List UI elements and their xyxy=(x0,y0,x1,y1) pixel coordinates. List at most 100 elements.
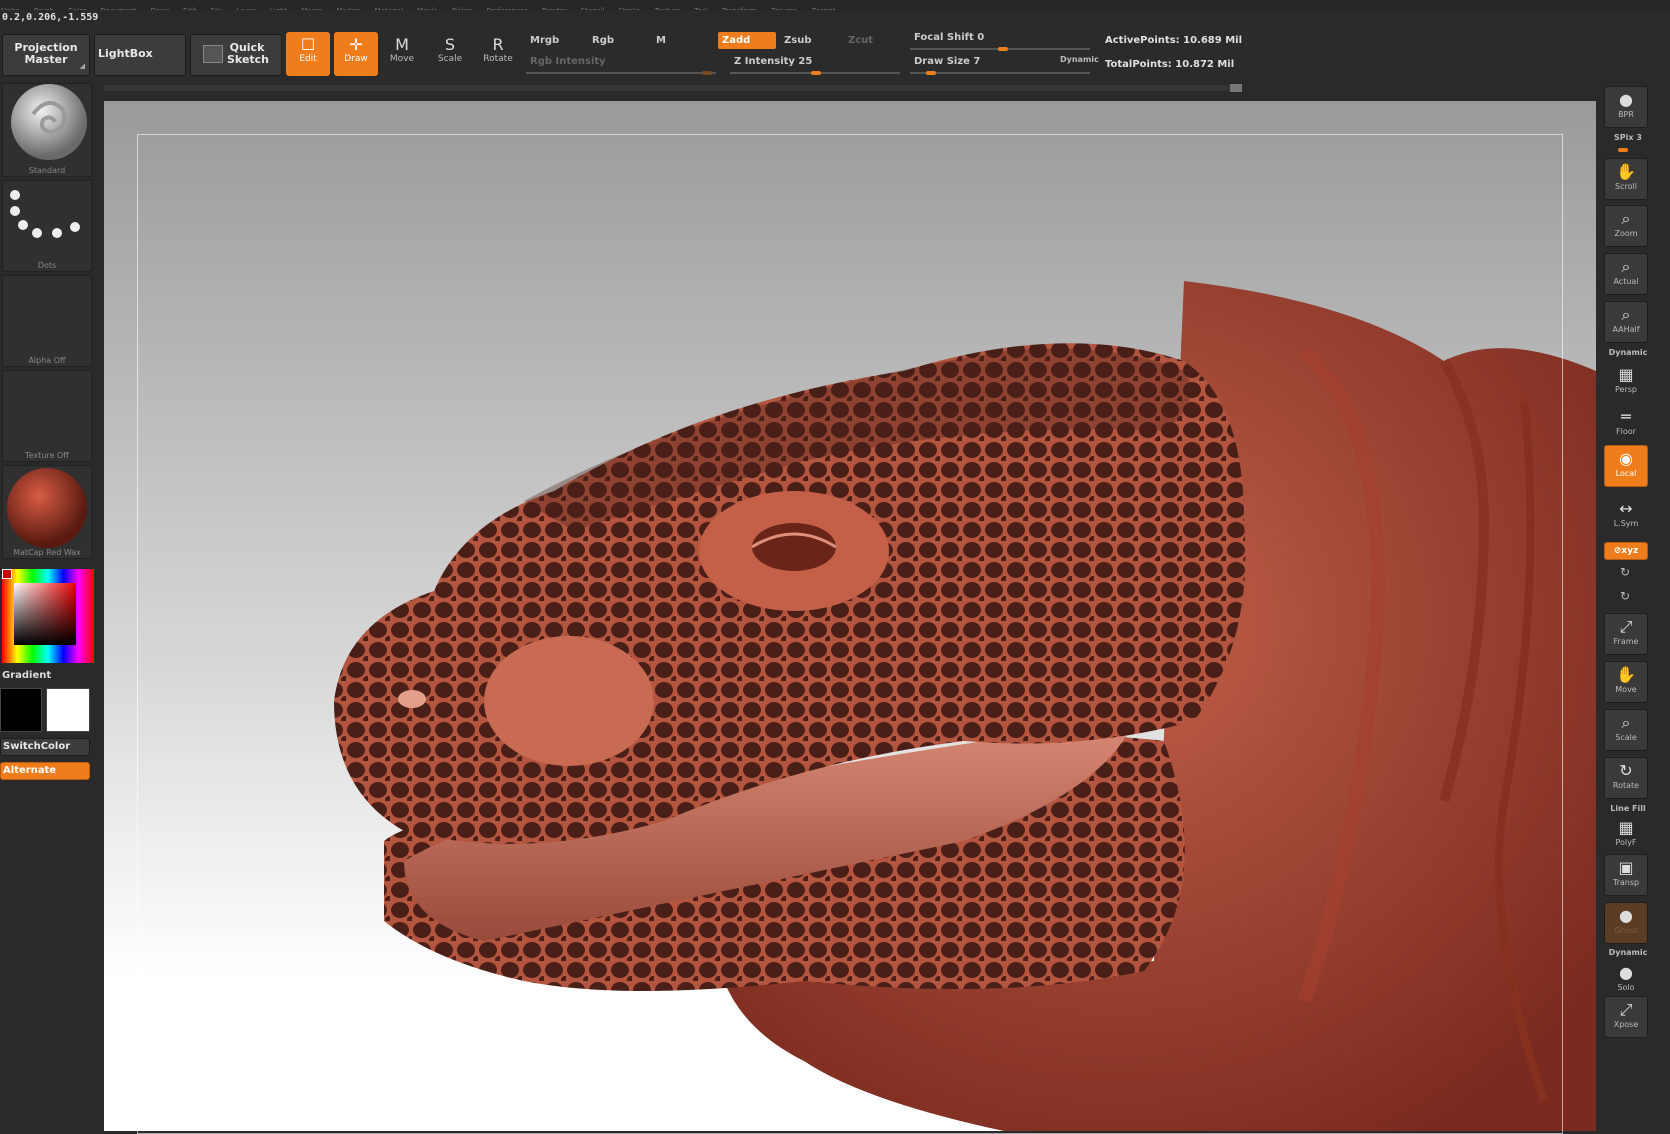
lsym-icon: ↔ xyxy=(1619,499,1633,518)
rgb-intensity-slider[interactable]: Rgb Intensity xyxy=(526,53,716,70)
floor-label: Floor xyxy=(1616,427,1636,436)
local-button[interactable]: ◉ Local xyxy=(1604,445,1648,487)
shelf-scroll-thumb[interactable] xyxy=(1230,84,1242,92)
zcut-toggle[interactable]: Zcut xyxy=(844,32,902,49)
lightbox-button[interactable]: LightBox xyxy=(94,34,186,76)
color-picker[interactable] xyxy=(2,569,94,663)
scroll-button[interactable]: ✋ Scroll xyxy=(1604,158,1648,200)
stroke-picker[interactable]: Dots xyxy=(2,180,92,272)
menu-item[interactable]: Brush xyxy=(34,7,54,10)
scale-icon: ⌕ xyxy=(1621,713,1631,732)
ghost-icon: ● xyxy=(1619,906,1633,925)
dynamic-solo-label: Dynamic xyxy=(1608,948,1648,957)
menu-item[interactable]: Material xyxy=(375,7,403,10)
menu-item[interactable]: Alpha xyxy=(0,7,20,10)
menu-item[interactable]: Texture xyxy=(655,7,681,10)
menu-item[interactable]: Preferences xyxy=(487,7,528,10)
menu-item[interactable]: Color xyxy=(68,7,86,10)
bpr-icon: ● xyxy=(1619,90,1633,109)
scale-button[interactable]: ⌕ Scale xyxy=(1604,709,1648,751)
bpr-button[interactable]: ● BPR xyxy=(1604,86,1648,128)
spix-slider[interactable]: SPix 3 xyxy=(1606,133,1650,142)
menu-item[interactable]: File xyxy=(211,7,223,10)
menu-item[interactable]: Light xyxy=(270,7,287,10)
zoom-icon: ⌕ xyxy=(1621,209,1631,228)
shelf-scrollbar[interactable] xyxy=(104,85,1234,91)
frame-button[interactable]: ⤢ Frame xyxy=(1604,613,1648,655)
draw-size-knob[interactable] xyxy=(926,71,936,75)
rotate-label: Rotate xyxy=(1612,781,1640,790)
menu-item[interactable]: Layer xyxy=(236,7,256,10)
mrgb-toggle[interactable]: Mrgb xyxy=(526,32,584,49)
quick-sketch-button[interactable]: Quick Sketch xyxy=(190,34,282,76)
menu-item[interactable]: Stencil xyxy=(581,7,605,10)
rotate-y-icon[interactable]: ↻ xyxy=(1620,589,1630,603)
main-color-swatch[interactable] xyxy=(0,688,42,732)
tool-edit-button[interactable]: ☐ Edit xyxy=(286,32,330,76)
m-toggle[interactable]: M xyxy=(652,32,712,49)
focal-shift-knob[interactable] xyxy=(998,47,1008,51)
focal-shift-slider[interactable]: Focal Shift 0 xyxy=(910,29,1090,46)
menu-item[interactable]: Draw xyxy=(151,7,169,10)
move-button[interactable]: ✋ Move xyxy=(1604,661,1648,703)
menu-item[interactable]: Document xyxy=(100,7,136,10)
xyz-symmetry-button[interactable]: ⊘xyz xyxy=(1604,542,1648,560)
z-intensity-knob[interactable] xyxy=(810,71,821,75)
rotate-x-icon[interactable]: ↻ xyxy=(1620,565,1630,579)
texture-picker[interactable]: Texture Off xyxy=(2,370,92,462)
menu-item[interactable]: Picker xyxy=(452,7,473,10)
aahalf-button[interactable]: ⌕ AAHalf xyxy=(1604,301,1648,343)
menu-item[interactable]: Zscript xyxy=(811,7,835,10)
material-picker[interactable]: MatCap Red Wax xyxy=(2,465,92,559)
color-saturation-square[interactable] xyxy=(14,583,76,645)
zoom-button[interactable]: ⌕ Zoom xyxy=(1604,205,1648,247)
total-points: TotalPoints: 10.872 Mil xyxy=(1105,59,1235,70)
tool-scale-button[interactable]: S Scale xyxy=(428,32,472,76)
draw-size-slider[interactable]: Draw Size 7 xyxy=(910,53,1030,70)
actual-label: Actual xyxy=(1613,277,1639,286)
menu-item[interactable]: Tool xyxy=(694,7,708,10)
tool-label: Move xyxy=(389,54,415,64)
rgb-intensity-knob[interactable] xyxy=(702,71,712,75)
transp-button[interactable]: ▣ Transp xyxy=(1604,854,1648,896)
menu-item[interactable]: Transform xyxy=(722,7,757,10)
spix-knob[interactable] xyxy=(1618,148,1628,152)
tool-label: Scale xyxy=(437,54,463,64)
zadd-toggle[interactable]: Zadd xyxy=(718,32,776,49)
aahalf-label: AAHalf xyxy=(1612,325,1640,334)
line-fill-label: Line Fill xyxy=(1610,804,1646,813)
material-name: MatCap Red Wax xyxy=(13,548,81,557)
lsym-button[interactable]: ↔ L.Sym xyxy=(1604,496,1648,538)
menu-item[interactable]: Marker xyxy=(336,7,360,10)
rgb-toggle[interactable]: Rgb xyxy=(588,32,646,49)
tool-rotate-button[interactable]: R Rotate xyxy=(476,32,520,76)
ghost-button[interactable]: ● Ghost xyxy=(1604,902,1648,944)
rotate-button[interactable]: ↻ Rotate xyxy=(1604,757,1648,799)
switch-color-button[interactable]: SwitchColor xyxy=(0,738,90,756)
alternate-button[interactable]: Alternate xyxy=(0,762,90,780)
secondary-color-swatch[interactable] xyxy=(46,688,90,732)
brush-picker[interactable]: Standard xyxy=(2,83,92,177)
menu-item[interactable]: Render xyxy=(542,7,567,10)
actual-button[interactable]: ⌕ Actual xyxy=(1604,253,1648,295)
menu-item[interactable]: Macro xyxy=(301,7,322,10)
dynamic-toggle[interactable]: Dynamic xyxy=(1060,55,1099,64)
transp-label: Transp xyxy=(1612,878,1640,887)
tool-draw-button[interactable]: ✛ Draw xyxy=(334,32,378,76)
menu-item[interactable]: Edit xyxy=(183,7,197,10)
persp-button[interactable]: ▦ Persp xyxy=(1604,362,1648,404)
polyf-button[interactable]: ▦ PolyF xyxy=(1604,815,1648,857)
menu-item[interactable]: Movie xyxy=(417,7,438,10)
projection-master-button[interactable]: Projection Master ◢ xyxy=(2,34,90,76)
menu-item[interactable]: Stroke xyxy=(618,7,640,10)
menu-bar: Alpha Brush Color Document Draw Edit File Layer… xyxy=(0,0,1670,10)
xpose-button[interactable]: ⤢ Xpose xyxy=(1604,996,1648,1038)
scale-label: Scale xyxy=(1615,733,1637,742)
zoom-label: Zoom xyxy=(1614,229,1638,238)
zsub-toggle[interactable]: Zsub xyxy=(780,32,838,49)
floor-button[interactable]: ═ Floor xyxy=(1604,404,1648,446)
alpha-picker[interactable]: Alpha Off xyxy=(2,275,92,367)
menu-item[interactable]: Zplugin xyxy=(771,7,797,10)
tool-move-button[interactable]: M Move xyxy=(380,32,424,76)
z-intensity-slider[interactable]: Z Intensity 25 xyxy=(730,53,900,70)
